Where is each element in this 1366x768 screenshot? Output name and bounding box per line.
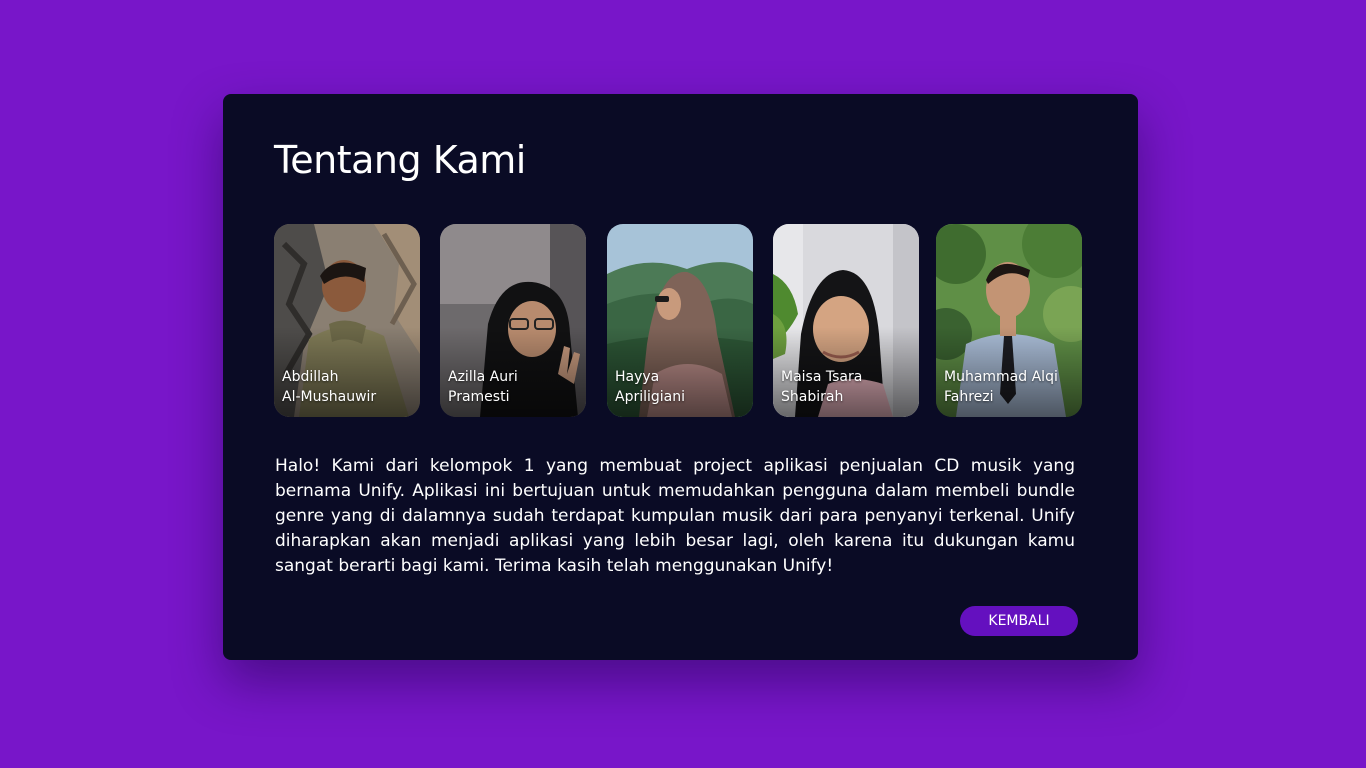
member-name-last: Apriligiani: [615, 389, 686, 405]
member-photo-abdillah: Abdillah Al-Mushauwir: [274, 224, 420, 417]
member-name-first: Azilla Auri: [448, 369, 518, 385]
member-name: Hayya Apriligiani: [615, 367, 749, 407]
back-button[interactable]: KEMBALI: [960, 606, 1078, 636]
member-photo-hayya: Hayya Apriligiani: [607, 224, 753, 417]
member-photo-muhammad: Muhammad Alqi Fahrezi: [936, 224, 1082, 417]
member-name-first: Maisa Tsara: [781, 369, 863, 385]
member-name-last: Pramesti: [448, 389, 510, 405]
member-name-first: Hayya: [615, 369, 660, 385]
member-photo-maisa: Maisa Tsara Shabirah: [773, 224, 919, 417]
member-name-last: Fahrezi: [944, 389, 994, 405]
page-title: Tentang Kami: [274, 138, 526, 182]
member-name-first: Abdillah: [282, 369, 339, 385]
about-card: Tentang Kami Abdillah Al-Mushauwir Azill…: [223, 94, 1138, 660]
member-name: Muhammad Alqi Fahrezi: [944, 367, 1078, 407]
about-description: Halo! Kami dari kelompok 1 yang membuat …: [275, 456, 1075, 576]
member-photo-azilla: Azilla Auri Pramesti: [440, 224, 586, 417]
member-name-last: Shabirah: [781, 389, 844, 405]
member-name: Abdillah Al-Mushauwir: [282, 367, 416, 407]
member-name-first: Muhammad Alqi: [944, 369, 1058, 385]
member-name: Azilla Auri Pramesti: [448, 367, 582, 407]
member-name-last: Al-Mushauwir: [282, 389, 377, 405]
member-name: Maisa Tsara Shabirah: [781, 367, 915, 407]
